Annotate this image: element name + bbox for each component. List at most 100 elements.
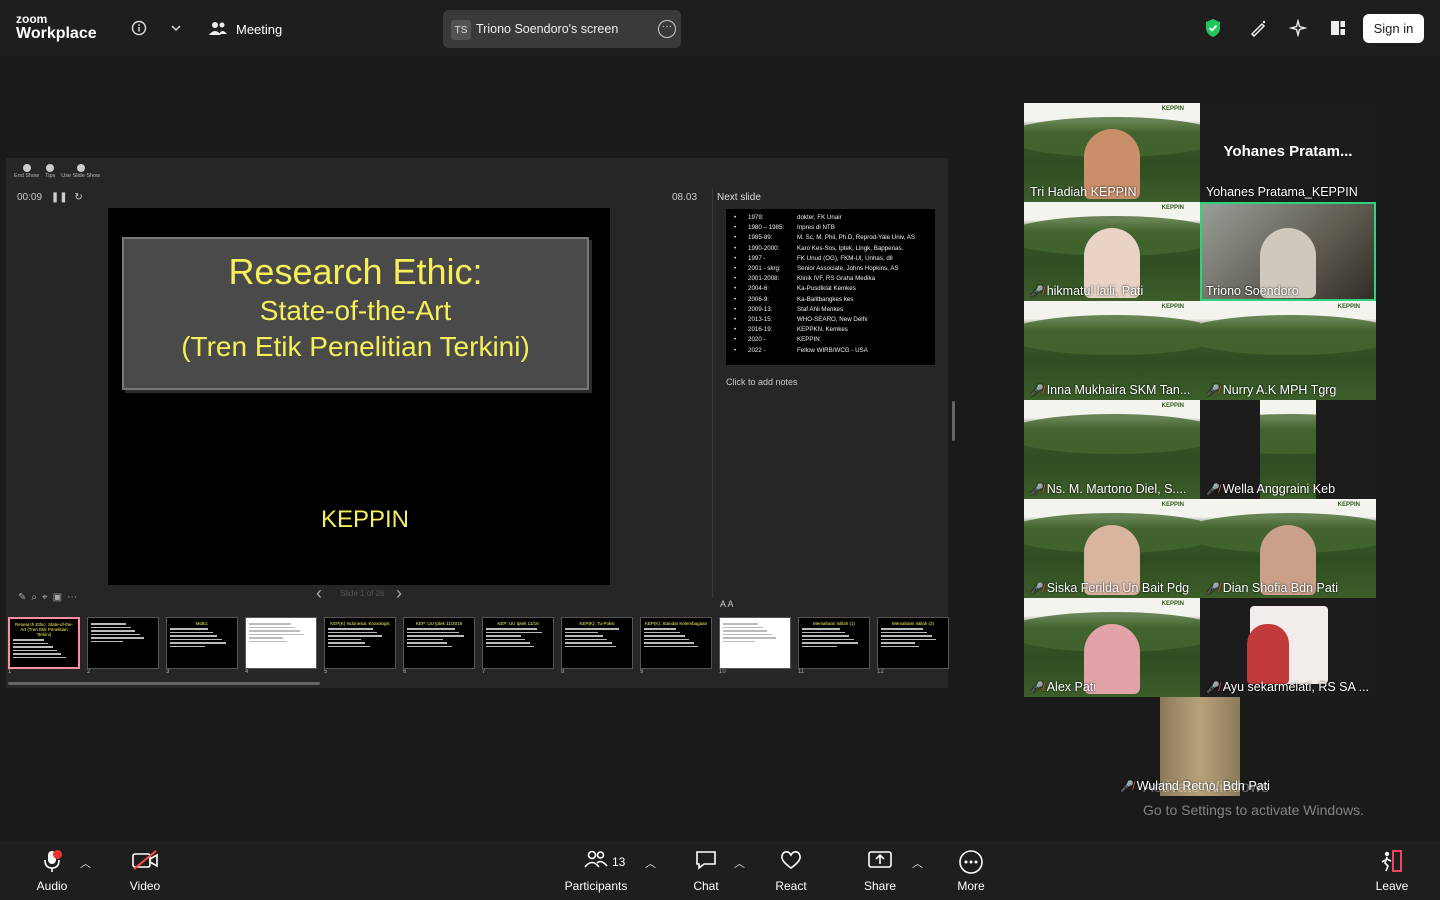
chat-button[interactable]: Chat [690,849,722,893]
keppin-logo: KEPPIN [1161,106,1184,112]
slide-thumbnail[interactable]: KEP(K): Standar Kelembagaan 9 [640,617,712,675]
react-button[interactable]: React [772,849,810,893]
slide-thumbnail[interactable]: 4 [245,617,317,675]
shared-screen-pill[interactable]: TS Triono Soendoro's screen ··· [443,10,681,48]
muted-mic-icon: 🎤̸ [1030,682,1044,694]
participant-tile[interactable]: KEPPIN 🎤̸ Ns. M. Martono Diel, S.... [1024,400,1200,499]
participant-tile[interactable]: KEPPIN 🎤̸ Alex Pati [1024,598,1200,697]
zoom-icon[interactable]: ⌕ [31,592,37,603]
end-show-button[interactable]: End Show [14,164,39,180]
thumbnail-line [802,645,838,647]
more-button[interactable]: More [954,849,988,893]
slide-thumbnail[interactable]: KEP: UU Iptek 11/2019 6 [403,617,475,675]
participant-tile[interactable]: KEPPIN 🎤̸ Nurry A.K MPH Tgrg [1200,301,1376,400]
bullet: • [734,214,737,221]
reset-icon[interactable]: ↻ [74,192,82,203]
thumbnail-preview: Motto: [166,617,238,669]
thumbnail-line [802,628,841,630]
more-icon[interactable]: ··· [658,20,676,38]
leave-button[interactable]: Leave [1374,849,1410,893]
thumbnail-preview: KEP: UU Iptek 11/19 [482,617,554,669]
muted-mic-icon: 🎤̸ [1030,484,1044,496]
slide-thumbnail[interactable]: KEP(K): Tu-Poksi 8 [561,617,633,675]
pen-icon[interactable]: ✎ [18,592,26,603]
black-screen-icon[interactable]: ▣ [53,592,62,603]
audio-button[interactable]: Audio [34,849,70,893]
participant-name-text: Wella Anggraini Keb [1222,482,1336,496]
thumbnail-line [407,642,448,644]
thumbnail-scrollbar[interactable] [8,682,320,685]
slide-thumbnail[interactable]: Memahami Istilah (1) 11 [798,617,870,675]
thumbnail-line [486,645,534,647]
row-text: WHO-SEARO, New Delhi [797,316,868,324]
slide-thumbnail[interactable]: KEP(K) Indonesia: Kronologis 5 [324,617,396,675]
participant-tile[interactable]: KEPPIN 🎤̸ Siska Ferilda Un Bait Pdg [1024,499,1200,598]
thumbnail-line [644,638,690,640]
leave-label: Leave [1375,879,1409,893]
participant-tile[interactable]: KEPPIN 🎤̸ Inna Mukhaira SKM Tan... [1024,301,1200,400]
thumbnail-line [249,633,305,635]
thumbnail-title: KEP(K): Tu-Poksi [579,621,615,626]
thumbnail-number: 5 [324,669,328,675]
participant-tile[interactable]: Yohanes Pratam... Yohanes Pratama_KEPPIN [1200,103,1376,202]
use-slide-show-button[interactable]: Use Slide Show [61,164,100,180]
participant-tile[interactable]: KEPPIN🎤̸Wella Anggraini Keb [1200,400,1376,499]
more-icon [954,849,988,875]
font-size-tools[interactable]: A A [720,599,734,609]
share-button[interactable]: Share [862,849,898,893]
participants-options-caret[interactable]: ︿ [645,855,656,871]
participant-tile[interactable]: KEPPIN Tri Hadiah KEPPIN [1024,103,1200,202]
shield-check-icon[interactable] [1203,18,1223,38]
participant-tile[interactable]: 🎤̸ Ayu sekarmelati, RS SA ... [1200,598,1376,697]
row-year: 1979: [748,214,764,221]
thumbnail-line [565,635,603,637]
presenter-toolbar: End Show Tips Use Slide Show [14,164,100,180]
thumbnail-line [486,635,521,637]
info-icon[interactable] [129,18,149,38]
thumbnail-number: 4 [245,669,249,675]
participant-tile[interactable]: KEPPIN 🎤̸ Dian Shofia Bdn Pati [1200,499,1376,598]
slide-thumbnail[interactable]: Memahami Istilah (2) 12 [877,617,949,675]
thumbnail-line [170,635,218,637]
thumbnail-number: 12 [877,669,884,675]
slide-thumbnail[interactable]: Motto: 3 [166,617,238,675]
row-year: 2013-15: [748,316,773,324]
slide-thumbnail[interactable]: 2 [87,617,159,675]
next-slide-row: • 2001 - skrg: Senior Associate, Johns Hop… [734,264,929,274]
pointer-icon[interactable]: ⌖ [42,592,48,603]
row-year: 1990-2000: [748,244,780,252]
ai-sparkle-icon[interactable] [1288,18,1308,38]
audio-options-caret[interactable]: ︿ [80,855,91,871]
chevron-down-icon[interactable] [166,18,186,38]
layout-icon[interactable] [1328,18,1348,38]
pause-icon[interactable]: ❚❚ [51,192,68,203]
participant-name-text: hikmatul laili, Pati [1046,284,1144,298]
sign-in-button[interactable]: Sign in [1363,14,1424,43]
video-button[interactable]: Video [126,849,164,893]
more-options-icon[interactable]: ⋯ [67,592,77,603]
participant-name-text: Yohanes Pratama_KEPPIN [1206,185,1358,199]
slide-thumbnail[interactable]: Research Ethic: State-of-the-Art (Tren E… [8,617,80,675]
share-options-caret[interactable]: ︿ [912,855,923,871]
chat-options-caret[interactable]: ︿ [734,855,745,871]
tips-button[interactable]: Tips [45,164,55,180]
bullet: • [734,336,737,344]
row-text: Fellow WIRB/WCG - USA [797,346,868,354]
annotate-icon[interactable] [1248,18,1268,38]
muted-mic-icon: 🎤̸ [1206,583,1220,595]
notes-field[interactable]: Click to add notes [726,377,798,387]
slide-thumbnail[interactable]: KEP: UU Iptek 11/19 7 [482,617,554,675]
meeting-label[interactable]: Meeting [236,22,282,37]
resize-handle[interactable] [952,401,955,441]
brand-top: zoom [16,12,48,26]
participant-tile[interactable]: KEPPIN 🎤̸ hikmatul laili, Pati [1024,202,1200,301]
next-slide-row: • 2016-19: KEPPKN, Kemkes [734,325,929,335]
prev-slide-icon[interactable]: ‹ [316,583,322,604]
thumbnail-line [565,638,608,640]
next-slide-icon[interactable]: › [396,583,402,604]
participant-tile[interactable]: Triono Soendoro [1200,202,1376,301]
thumbnail-title: KEP: UU Iptek 11/19 [497,621,539,626]
bullet: • [734,234,737,242]
row-year: 1980 – 1985: [748,224,785,232]
slide-thumbnail[interactable]: 10 [719,617,791,675]
